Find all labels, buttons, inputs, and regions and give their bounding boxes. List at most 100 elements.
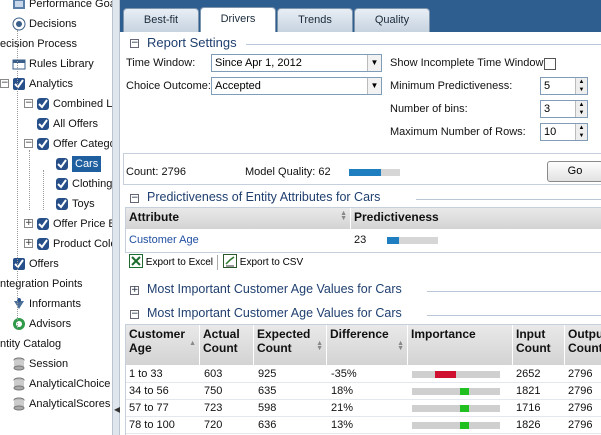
collapse-predictiveness-icon[interactable]: − [130, 194, 139, 203]
expand-node-icon[interactable]: + [24, 219, 33, 228]
output-count-cell: 2796 [568, 385, 593, 397]
tree-item-label: Offers [29, 258, 59, 270]
panel-splitter[interactable]: ◀ [112, 0, 120, 435]
count-label: Count: 2796 [126, 166, 186, 178]
input-count-column-header[interactable]: Input Count [513, 325, 565, 365]
check-model-icon [36, 217, 50, 231]
importance-bar [412, 388, 500, 395]
actual-count-cell: 720 [204, 419, 223, 431]
bins-value: 3 [544, 103, 551, 115]
tree-connector [29, 150, 30, 210]
tree-item-label: Session [29, 358, 69, 370]
output-count-cell: 2796 [568, 419, 593, 431]
main-panel: Best-fit Drivers Trends Quality − Report… [120, 0, 601, 435]
importance-column-header[interactable]: Importance [408, 325, 513, 365]
time-window-select[interactable]: Since Apr 1, 2012 ▼ [211, 54, 382, 72]
importance-bar-marker [435, 371, 456, 378]
tab-trends[interactable]: Trends [277, 8, 353, 32]
model-quality-label: Model Quality: 62 [245, 166, 331, 178]
max-rows-label: Maximum Number of Rows: [390, 126, 526, 138]
customer-age-cell: 1 to 33 [129, 368, 163, 380]
predictiveness-column-header[interactable]: Predictiveness [351, 208, 601, 229]
chevron-down-icon[interactable]: ▼ [367, 78, 381, 94]
attribute-column-header[interactable]: Attribute ▲ ▼ [126, 208, 351, 229]
collapse-node-icon[interactable]: − [24, 99, 33, 108]
export-excel-button[interactable]: Export to Excel [129, 254, 213, 272]
choice-outcome-label: Choice Outcome: [126, 80, 211, 92]
chevron-down-icon[interactable]: ▼ [367, 55, 381, 71]
tree-item[interactable]: Performance Goals [0, 0, 112, 14]
tree-item-label: Cars [72, 156, 102, 172]
stepper-down-icon[interactable]: ▼ [575, 86, 587, 94]
input-count-cell: 1826 [516, 419, 541, 431]
export-csv-button[interactable]: Export to CSV [223, 254, 303, 272]
tree-item-label: ntity Catalog [0, 338, 62, 350]
collapse-report-settings-icon[interactable]: − [130, 39, 139, 48]
actual-count-cell: 723 [204, 402, 223, 414]
stepper-up-icon[interactable]: ▲ [575, 78, 587, 86]
predictiveness-bar-fill [387, 237, 399, 244]
show-incomplete-checkbox[interactable] [544, 58, 556, 70]
expected-count-cell: 635 [258, 385, 277, 397]
tree-item-label: Offer Category [53, 138, 112, 150]
tab-best-fit[interactable]: Best-fit [123, 8, 199, 32]
tab-quality[interactable]: Quality [354, 8, 430, 32]
tree-item-label: ntegration Points [0, 278, 83, 290]
input-count-cell: 2652 [516, 368, 541, 380]
importance-bar [412, 422, 500, 429]
section-divider [427, 315, 601, 316]
actual-count-column-header[interactable]: Actual Count [200, 325, 254, 365]
attribute-link-customer-age[interactable]: Customer Age [129, 234, 199, 246]
informant-icon [12, 297, 26, 311]
bins-label: Number of bins: [390, 103, 468, 115]
collapse-node-icon[interactable]: − [0, 79, 9, 88]
difference-cell: 13% [331, 419, 354, 431]
go-button[interactable]: Go [547, 161, 601, 182]
stepper-down-icon[interactable]: ▼ [575, 132, 587, 140]
expand-section-icon[interactable]: + [130, 286, 139, 295]
sort-icon[interactable]: ▲ ▼ [397, 340, 404, 352]
choice-outcome-select[interactable]: Accepted ▼ [211, 77, 382, 95]
difference-cell: 18% [331, 385, 354, 397]
rules-icon [12, 57, 26, 71]
values-section-title: Most Important Customer Age Values for C… [147, 306, 402, 320]
sort-icon[interactable]: ▲ [189, 340, 196, 347]
app-root: Performance Goals Decisions ecision Proces… [0, 0, 601, 435]
importance-header-label: Importance [411, 327, 476, 341]
tree-item[interactable]: AnalyticalChoice [0, 374, 112, 394]
sort-icon[interactable]: ▲ ▼ [316, 340, 323, 352]
difference-cell: 21% [331, 402, 354, 414]
min-predictiveness-stepper[interactable]: 5 ▲ ▼ [540, 77, 588, 95]
output-count-column-header[interactable]: Output Count [565, 325, 601, 365]
difference-column-header[interactable]: Difference ▲ ▼ [327, 325, 408, 365]
expand-node-icon[interactable]: + [24, 239, 33, 248]
input-count-header-label: Input Count [516, 327, 551, 355]
actual-count-cell: 603 [204, 368, 223, 380]
collapse-values-section-icon[interactable]: − [130, 310, 139, 319]
actual-count-header-label: Actual Count [203, 327, 240, 355]
sort-icon[interactable]: ▲ ▼ [340, 210, 347, 222]
tree-item[interactable]: Session [0, 354, 112, 374]
tree-connector [43, 170, 44, 210]
collapse-node-icon[interactable]: − [24, 139, 33, 148]
stepper-up-icon[interactable]: ▲ [575, 124, 587, 132]
max-rows-stepper[interactable]: 10 ▲ ▼ [540, 123, 588, 141]
tree-item[interactable]: AnalyticalScores [0, 394, 112, 414]
tree-item-label: Rules Library [29, 58, 94, 70]
tree-item-label: Informants [29, 298, 81, 310]
tree-item[interactable]: ntity Catalog [0, 334, 112, 354]
check-model-icon [36, 137, 50, 151]
customer-age-cell: 78 to 100 [129, 419, 175, 431]
expected-count-cell: 598 [258, 402, 277, 414]
check-model-icon [36, 117, 50, 131]
tab-drivers[interactable]: Drivers [200, 7, 276, 32]
expected-count-column-header[interactable]: Expected Count ▲ ▼ [254, 325, 327, 365]
stepper-up-icon[interactable]: ▲ [575, 101, 587, 109]
bins-stepper[interactable]: 3 ▲ ▼ [540, 100, 588, 118]
tree-item-label: Toys [72, 198, 95, 210]
customer-age-column-header[interactable]: Customer Age ▲ [126, 325, 200, 365]
check-model-icon [36, 97, 50, 111]
collapsed-section-title: Most Important Customer Age Values for C… [147, 282, 402, 296]
stepper-down-icon[interactable]: ▼ [575, 109, 587, 117]
database-icon [12, 397, 26, 411]
